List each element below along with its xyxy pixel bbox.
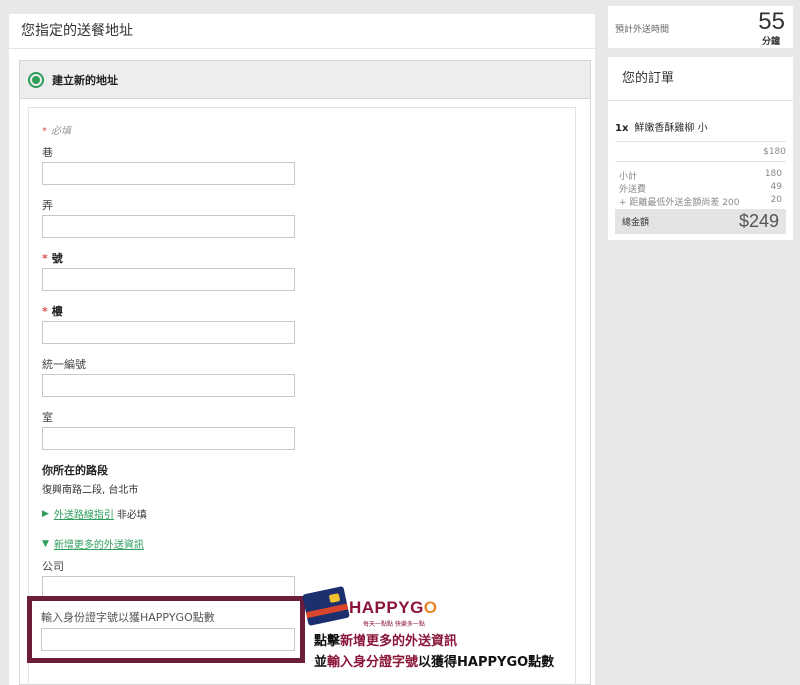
order-title: 您的訂單 — [608, 57, 793, 101]
lane-label: 巷 — [42, 146, 53, 159]
delivery-time-box: 預計外送時間 55 分鐘 — [608, 6, 793, 48]
new-address-card: 建立新的地址 * 必填 巷 弄 * 號 * 樓 統一編號 室 你所在的路段 復興南路二… — [19, 60, 591, 685]
card-stripe — [302, 600, 350, 620]
promo-line-2: 並輸入身分證字號以獲得HAPPYGO點數 — [314, 651, 554, 670]
order-item-name: 鮮嫩香酥雞柳 小 — [634, 123, 708, 134]
order-item-qty: 1x — [615, 123, 629, 134]
road-heading: 你所在的路段 — [42, 464, 108, 477]
new-address-option[interactable]: 建立新的地址 — [20, 61, 590, 99]
number-input[interactable] — [42, 268, 295, 291]
order-item[interactable]: 1x 鮮嫩香酥雞柳 小 — [615, 119, 708, 134]
delivery-time-label: 預計外送時間 — [615, 25, 670, 35]
number-label: * 號 — [42, 250, 63, 266]
required-note: * 必填 — [42, 122, 71, 137]
total-value: $249 — [738, 211, 779, 231]
alley-input[interactable] — [42, 215, 295, 238]
delivery-fee-label: 外送費 — [619, 185, 647, 195]
directions-row: ▶ 外送路線指引 非必填 — [42, 506, 147, 522]
promo-line-1-pre: 點擊 — [314, 634, 341, 649]
promo-line-1: 點擊新增更多的外送資訊 — [314, 630, 457, 649]
delivery-time-value: 55 — [758, 8, 785, 35]
required-note-text: 必填 — [51, 126, 71, 137]
delivery-time-unit: 分鐘 — [761, 37, 780, 47]
divider — [615, 141, 786, 142]
promo-line-2-pre: 並 — [314, 655, 328, 670]
floor-label-text: 樓 — [51, 305, 63, 318]
subtotal-row: 小計 180 — [619, 169, 782, 182]
happygo-slogan: 每天一點點 快樂多一點 — [363, 621, 425, 628]
delivery-fee-row: 外送費 49 — [619, 182, 782, 195]
more-info-link[interactable]: 新增更多的外送資訊 — [54, 536, 144, 551]
min-order-label: + 距離最低外送金額尚差 200 — [619, 198, 740, 208]
lane-input[interactable] — [42, 162, 295, 185]
card-chip — [328, 593, 341, 604]
new-address-label: 建立新的地址 — [52, 73, 118, 87]
floor-input[interactable] — [42, 321, 295, 344]
alley-label: 弄 — [42, 199, 53, 212]
triangle-down-icon: ▼ — [42, 538, 49, 549]
promo-line-2-post: 以獲得HAPPYGO點數 — [418, 655, 555, 670]
subtotal-label: 小計 — [619, 172, 638, 182]
required-star: * — [42, 126, 47, 137]
logo-o: O — [423, 598, 438, 617]
radio-dot — [32, 75, 40, 84]
promo-line-1-highlight: 新增更多的外送資訊 — [340, 634, 458, 649]
logo-text: HAPPYG — [349, 598, 424, 617]
id-field-label: 輸入身份證字號以獲HAPPYGO點數 — [41, 611, 215, 624]
room-input[interactable] — [42, 427, 295, 450]
min-order-value: 20 — [770, 195, 782, 205]
directions-optional: 非必填 — [116, 510, 147, 521]
min-order-row: + 距離最低外送金額尚差 200 20 — [619, 195, 782, 208]
happygo-id-highlight: 輸入身份證字號以獲HAPPYGO點數 — [27, 596, 305, 663]
required-star: * — [42, 252, 48, 265]
tax-id-input[interactable] — [42, 374, 295, 397]
delivery-fee-value: 49 — [770, 182, 782, 192]
number-label-text: 號 — [51, 252, 63, 265]
required-star: * — [42, 305, 48, 318]
more-info-row: ▼ 新增更多的外送資訊 — [42, 536, 147, 552]
order-item-price: $180 — [763, 147, 786, 157]
total-label: 總金額 — [622, 218, 650, 228]
tax-id-label: 統一編號 — [42, 358, 86, 371]
address-panel: 您指定的送餐地址 建立新的地址 * 必填 巷 弄 * 號 * 樓 統一編號 室 你所在… — [9, 14, 595, 685]
page-title: 您指定的送餐地址 — [9, 14, 595, 49]
order-summary: 您的訂單 1x 鮮嫩香酥雞柳 小 $180 小計 180 外送費 49 + 距離最低外… — [608, 57, 793, 240]
room-label: 室 — [42, 411, 53, 424]
promo-line-2-highlight: 輸入身分證字號 — [327, 655, 419, 670]
company-label: 公司 — [42, 560, 64, 573]
subtotal-value: 180 — [764, 169, 782, 179]
directions-link[interactable]: 外送路線指引 — [54, 506, 114, 521]
triangle-right-icon: ▶ — [42, 508, 49, 519]
floor-label: * 樓 — [42, 303, 63, 319]
divider — [615, 161, 786, 162]
happygo-logo: HAPPYGO — [349, 598, 438, 618]
road-value: 復興南路二段, 台北市 — [42, 485, 139, 496]
id-number-input[interactable] — [41, 628, 295, 651]
radio-selected-icon[interactable] — [28, 71, 44, 88]
total-row: 總金額 $249 — [615, 209, 786, 234]
